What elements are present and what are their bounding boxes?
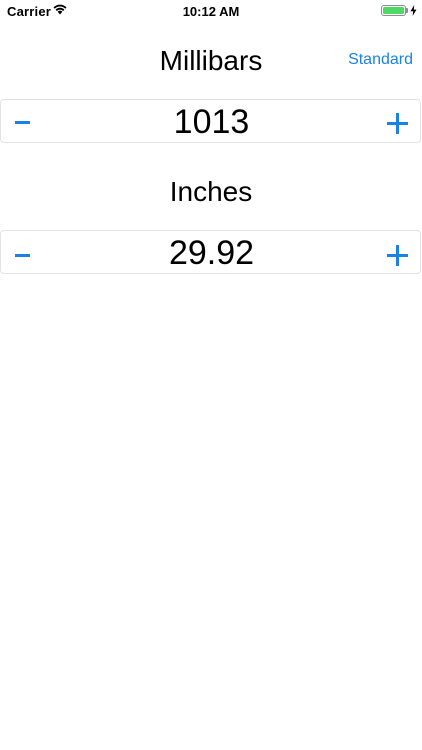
- status-bar: Carrier 10:12 AM: [0, 0, 422, 22]
- inches-value: 29.92: [168, 234, 255, 272]
- charging-bolt-icon: [410, 5, 417, 16]
- inches-increment-button[interactable]: [374, 231, 418, 275]
- screen: Carrier 10:12 AM Millibars Standard 1013: [0, 0, 422, 750]
- battery-icon: [381, 5, 406, 16]
- millibars-stepper: 1013: [0, 99, 421, 143]
- status-time: 10:12 AM: [182, 4, 240, 19]
- battery-cap: [406, 8, 408, 13]
- standard-button[interactable]: Standard: [348, 51, 413, 69]
- plus-icon: [387, 113, 408, 134]
- plus-icon: [387, 245, 408, 266]
- battery-level-fill: [383, 7, 404, 14]
- millibars-increment-button[interactable]: [374, 100, 418, 144]
- inches-stepper: 29.92: [0, 230, 421, 274]
- millibars-value: 1013: [173, 103, 250, 141]
- inches-title: Inches: [169, 176, 253, 207]
